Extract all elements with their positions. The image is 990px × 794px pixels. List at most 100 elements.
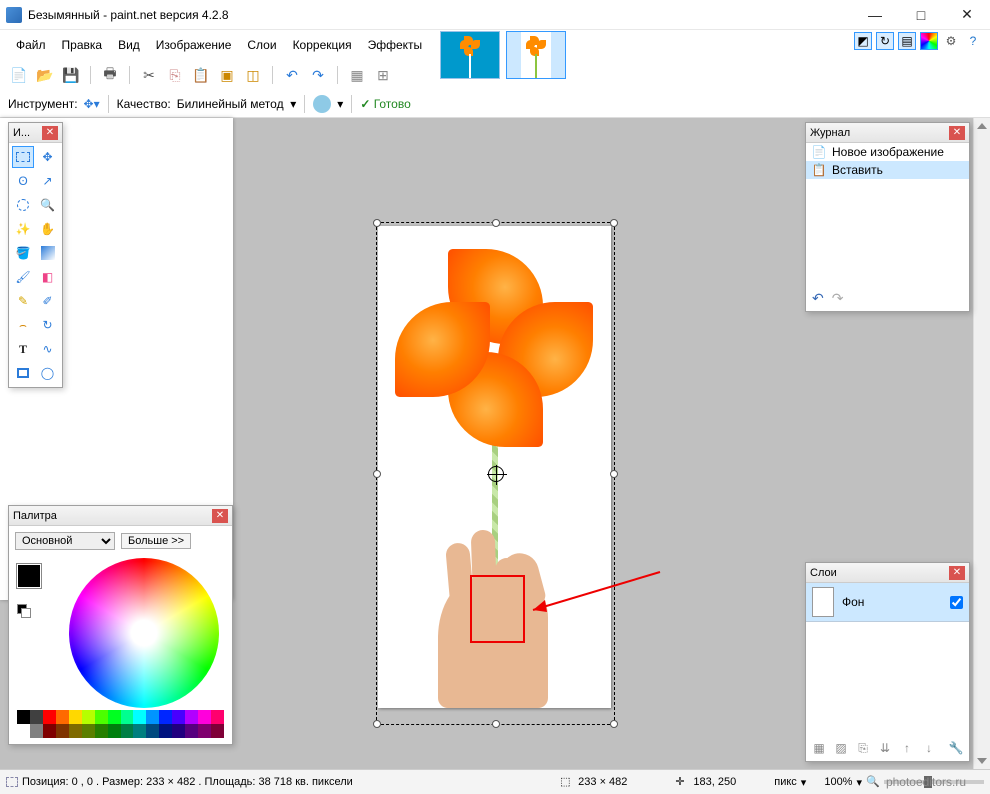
history-toggle-icon[interactable]: ↻ xyxy=(876,32,894,50)
menu-edit[interactable]: Правка xyxy=(54,34,111,56)
palette-color[interactable] xyxy=(159,710,172,724)
lasso-tool[interactable]: ʘ xyxy=(12,170,34,192)
palette-color[interactable] xyxy=(198,710,211,724)
menu-view[interactable]: Вид xyxy=(110,34,148,56)
sampling-icon[interactable] xyxy=(313,95,331,113)
primary-color-swatch[interactable] xyxy=(17,564,41,588)
palette-color[interactable] xyxy=(69,724,82,738)
merge-down-icon[interactable]: ⇊ xyxy=(876,739,894,757)
menu-effects[interactable]: Эффекты xyxy=(360,34,431,56)
handle-bot-mid[interactable] xyxy=(492,720,500,728)
selection-bounds[interactable] xyxy=(376,222,615,725)
add-layer-icon[interactable]: ▦ xyxy=(810,739,828,757)
sampling-dropdown[interactable]: Билинейный метод ▾ xyxy=(177,97,297,111)
handle-top-right[interactable] xyxy=(610,219,618,227)
handle-mid-left[interactable] xyxy=(373,470,381,478)
palette-color[interactable] xyxy=(108,724,121,738)
new-file-icon[interactable]: 📄 xyxy=(8,64,30,86)
ellipse-select-tool[interactable] xyxy=(12,194,34,216)
palette-color[interactable] xyxy=(133,724,146,738)
redo-icon[interactable]: ↷ xyxy=(307,64,329,86)
history-item-new-image[interactable]: 📄 Новое изображение xyxy=(806,143,969,161)
palette-color[interactable] xyxy=(198,724,211,738)
ruler-icon[interactable]: ⊞ xyxy=(372,64,394,86)
palette-color[interactable] xyxy=(82,710,95,724)
palette-color[interactable] xyxy=(185,724,198,738)
settings-icon[interactable]: ⚙ xyxy=(942,34,960,48)
document-thumb-2[interactable] xyxy=(506,31,566,79)
close-button[interactable]: ✕ xyxy=(944,0,990,30)
shapes-tool[interactable]: ◯ xyxy=(37,362,59,384)
gradient-tool[interactable] xyxy=(37,242,59,264)
history-item-paste[interactable]: 📋 Вставить xyxy=(806,161,969,179)
handle-top-left[interactable] xyxy=(373,219,381,227)
palette-color[interactable] xyxy=(121,724,134,738)
palette-color[interactable] xyxy=(30,724,43,738)
menu-file[interactable]: Файл xyxy=(8,34,54,56)
maximize-button[interactable]: □ xyxy=(898,0,944,30)
status-unit[interactable]: пикс xyxy=(774,776,797,788)
menu-image[interactable]: Изображение xyxy=(148,34,240,56)
undo-icon[interactable]: ↶ xyxy=(281,64,303,86)
rectangle-select-tool[interactable] xyxy=(12,146,34,168)
palette-color[interactable] xyxy=(133,710,146,724)
palette-color[interactable] xyxy=(172,724,185,738)
history-redo-icon[interactable]: ↷ xyxy=(832,290,844,307)
pan-tool[interactable]: ✋ xyxy=(37,218,59,240)
vertical-scrollbar[interactable] xyxy=(973,118,990,769)
palette-color[interactable] xyxy=(159,724,172,738)
tools-panel-close-icon[interactable]: ✕ xyxy=(42,126,58,140)
magic-wand-tool[interactable]: ✨ xyxy=(12,218,34,240)
move-down-icon[interactable]: ↓ xyxy=(920,739,938,757)
palette-color[interactable] xyxy=(82,724,95,738)
recolor-tool[interactable]: ↻ xyxy=(37,314,59,336)
line-tool[interactable]: ∿ xyxy=(37,338,59,360)
layers-panel-close-icon[interactable]: ✕ xyxy=(949,566,965,580)
colors-panel-close-icon[interactable]: ✕ xyxy=(212,509,228,523)
reset-colors-icon[interactable] xyxy=(17,604,29,616)
palette-color[interactable] xyxy=(95,724,108,738)
deselect-icon[interactable]: ◫ xyxy=(242,64,264,86)
handle-bot-right[interactable] xyxy=(610,720,618,728)
history-panel-close-icon[interactable]: ✕ xyxy=(949,126,965,140)
palette-color[interactable] xyxy=(17,710,30,724)
palette-color[interactable] xyxy=(211,710,224,724)
print-icon[interactable]: 🖶 xyxy=(99,64,121,86)
layers-toggle-icon[interactable]: ▤ xyxy=(898,32,916,50)
palette-color[interactable] xyxy=(95,710,108,724)
cut-icon[interactable]: ✂ xyxy=(138,64,160,86)
pencil-tool[interactable]: ✎ xyxy=(12,290,34,312)
move-selection-tool[interactable]: ✥ xyxy=(37,146,59,168)
palette-color[interactable] xyxy=(69,710,82,724)
menu-layers[interactable]: Слои xyxy=(239,34,284,56)
save-icon[interactable]: 💾 xyxy=(60,64,82,86)
palette-color[interactable] xyxy=(56,724,69,738)
palette-color[interactable] xyxy=(146,724,159,738)
menu-adjustments[interactable]: Коррекция xyxy=(285,34,360,56)
move-up-icon[interactable]: ↑ xyxy=(898,739,916,757)
zoom-out-icon[interactable]: 🔍 xyxy=(866,775,880,789)
palette-color[interactable] xyxy=(108,710,121,724)
delete-layer-icon[interactable]: ▨ xyxy=(832,739,850,757)
status-zoom[interactable]: 100% xyxy=(824,776,852,788)
clone-stamp-tool[interactable]: ⌢ xyxy=(12,314,34,336)
help-icon[interactable]: ? xyxy=(964,34,982,48)
open-file-icon[interactable]: 📂 xyxy=(34,64,56,86)
paste-icon[interactable]: 📋 xyxy=(190,64,212,86)
color-picker-tool[interactable]: ✐ xyxy=(37,290,59,312)
palette-color[interactable] xyxy=(172,710,185,724)
crop-icon[interactable]: ▣ xyxy=(216,64,238,86)
zoom-tool[interactable]: 🔍 xyxy=(37,194,59,216)
selection-anchor[interactable] xyxy=(488,466,504,482)
palette-color[interactable] xyxy=(185,710,198,724)
text-tool[interactable]: T xyxy=(12,338,34,360)
color-wheel[interactable] xyxy=(69,558,219,708)
layer-visible-checkbox[interactable] xyxy=(950,596,963,609)
palette-color[interactable] xyxy=(211,724,224,738)
palette-color[interactable] xyxy=(43,724,56,738)
palette-color[interactable] xyxy=(146,710,159,724)
palette-color[interactable] xyxy=(56,710,69,724)
handle-bot-left[interactable] xyxy=(373,720,381,728)
history-undo-icon[interactable]: ↶ xyxy=(812,290,824,307)
brush-tool[interactable]: 🖌 xyxy=(12,266,34,288)
